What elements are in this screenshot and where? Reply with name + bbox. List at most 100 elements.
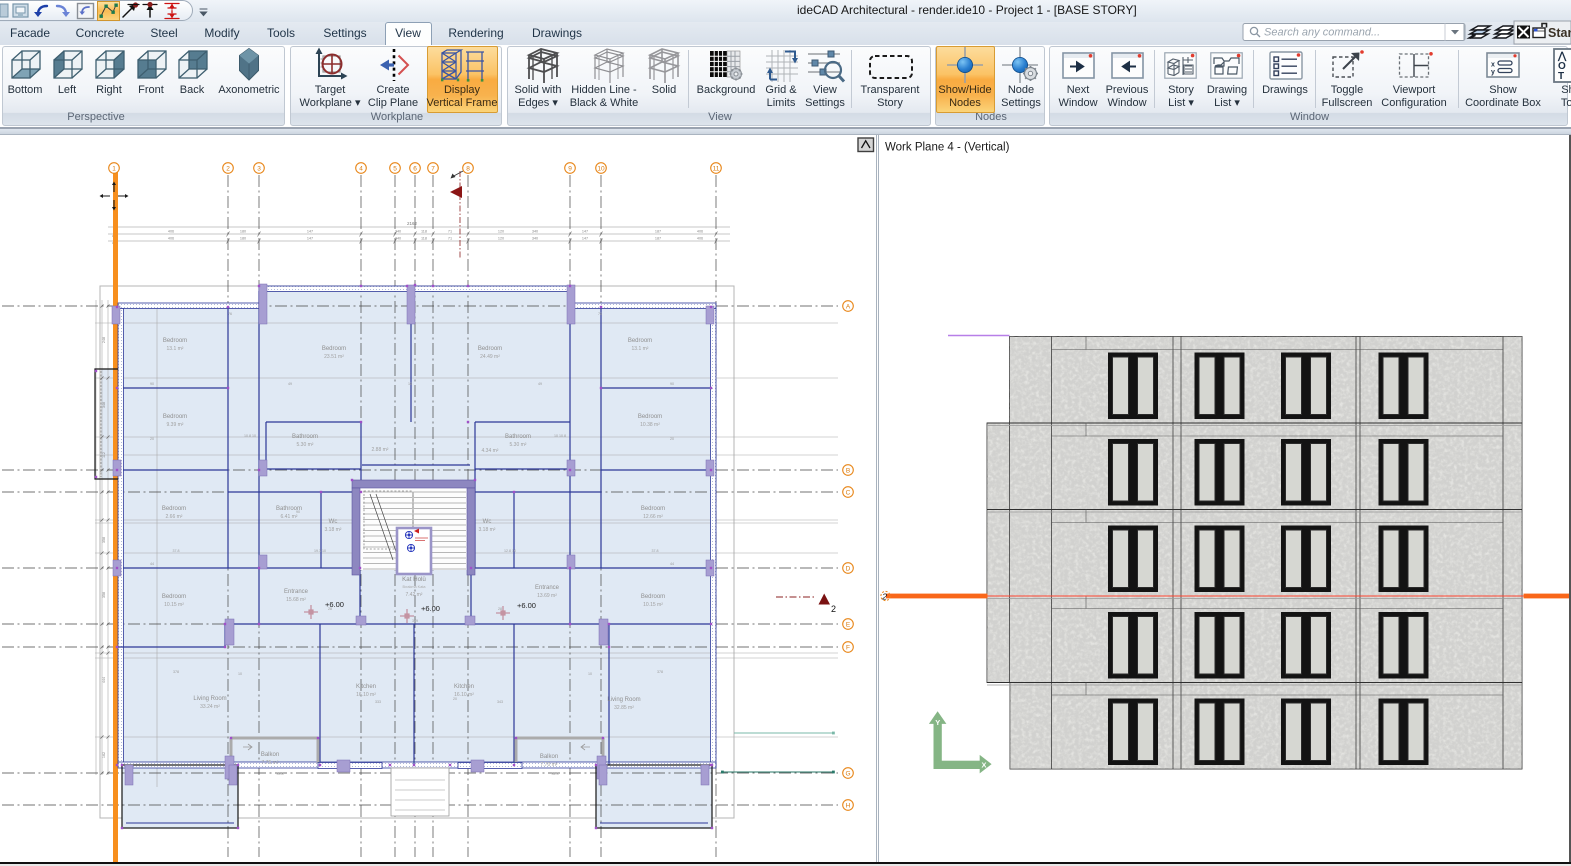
svg-text:Bırakma Kata: Bırakma Kata [402,585,426,589]
svg-text:D: D [846,566,851,573]
svg-text:187: 187 [655,230,661,234]
svg-text:44: 44 [670,562,674,566]
svg-text:Bedroom: Bedroom [478,346,502,352]
svg-text:Entrance: Entrance [535,585,560,591]
svg-text:20: 20 [150,437,154,441]
svg-text:6: 6 [413,166,417,173]
svg-text:340: 340 [532,230,538,234]
svg-text:Balkon: Balkon [261,752,279,758]
svg-text:9: 9 [568,166,572,173]
svg-text:+6.00: +6.00 [517,601,536,610]
svg-text:379: 379 [412,619,418,623]
svg-text:180: 180 [240,237,246,241]
svg-text:Balkon: Balkon [540,754,558,760]
svg-text:162: 162 [102,752,106,758]
svg-text:76: 76 [598,312,602,316]
svg-text:33.24 m²: 33.24 m² [200,704,220,710]
svg-text:378: 378 [173,670,179,674]
svg-text:5: 5 [393,166,397,173]
svg-text:Bedroom: Bedroom [638,414,662,420]
svg-text:16.10 m²: 16.10 m² [356,692,376,698]
svg-text:5.30 m²: 5.30 m² [510,442,527,448]
svg-text:Entrance: Entrance [284,589,309,595]
svg-text:340: 340 [395,237,401,241]
svg-text:Bedroom: Bedroom [163,414,187,420]
svg-text:Bedroom: Bedroom [641,506,665,512]
svg-text:180: 180 [240,230,246,234]
svg-text:4.34 m²: 4.34 m² [482,448,499,454]
svg-text:Wc: Wc [329,519,338,525]
svg-text:71: 71 [448,230,452,234]
svg-text:Bedroom: Bedroom [641,594,665,600]
svg-text:X: X [981,760,986,769]
svg-text:49: 49 [288,382,292,386]
svg-text:13.69 m²: 13.69 m² [537,593,557,599]
svg-text:12.8 10: 12.8 10 [504,549,516,553]
svg-text:7.42 m²: 7.42 m² [406,592,423,598]
svg-text:444: 444 [102,677,106,683]
svg-text:147: 147 [582,237,588,241]
svg-text:10.15 m²: 10.15 m² [643,602,663,608]
svg-text:2: 2 [881,592,887,602]
svg-text:T: T [1558,71,1564,82]
svg-text:10: 10 [238,672,242,676]
svg-text:11: 11 [713,166,720,173]
svg-text:10 10.8: 10 10.8 [554,434,566,438]
svg-text:147: 147 [307,230,313,234]
svg-text:A: A [846,304,851,311]
svg-text:37.8: 37.8 [652,549,659,553]
svg-text:44: 44 [150,562,154,566]
svg-text:+6.00: +6.00 [421,604,440,613]
svg-text:90: 90 [670,382,674,386]
svg-text:Work Plane 4 - (Vertical): Work Plane 4 - (Vertical) [885,142,1010,154]
svg-text:y: y [1491,69,1495,76]
svg-text:10: 10 [588,672,592,676]
svg-text:90: 90 [296,510,300,514]
svg-text:358: 358 [102,592,106,598]
svg-text:20: 20 [670,437,674,441]
svg-text:10.8 10: 10.8 10 [244,434,256,438]
svg-text:2162: 2162 [407,221,418,226]
svg-text:2: 2 [226,166,230,173]
svg-text:Kitchen: Kitchen [356,684,376,690]
svg-text:6.41 m²: 6.41 m² [281,514,298,520]
svg-text:118: 118 [421,230,427,234]
svg-text:16: 16 [408,382,412,386]
svg-text:76: 76 [228,312,232,316]
svg-text:10.15 m²: 10.15 m² [164,602,184,608]
svg-text:Living Room: Living Room [607,697,640,703]
svg-text:Bathroom: Bathroom [292,434,318,440]
svg-text:Kitchen: Kitchen [454,684,474,690]
svg-text:340: 340 [395,230,401,234]
svg-text:248: 248 [102,337,106,343]
svg-text:20: 20 [453,697,457,701]
svg-text:Living Room: Living Room [193,696,226,702]
svg-text:Y: Y [935,718,940,727]
svg-text:90: 90 [150,382,154,386]
svg-text:406: 406 [697,237,703,241]
svg-text:H: H [846,803,851,810]
svg-text:28: 28 [328,607,332,611]
svg-text:343: 343 [497,700,503,704]
svg-text:Wc: Wc [483,519,492,525]
svg-text:Kat Holü: Kat Holü [402,576,426,583]
svg-text:B: B [846,468,850,475]
svg-text:9.39 m²: 9.39 m² [167,422,184,428]
svg-text:2: 2 [831,604,836,614]
svg-text:3: 3 [257,166,261,173]
svg-text:112: 112 [102,452,106,458]
svg-text:147: 147 [307,237,313,241]
svg-text:E: E [846,622,851,629]
svg-text:Stan: Stan [1548,26,1571,40]
svg-text:23.51 m²: 23.51 m² [324,354,344,360]
svg-text:G: G [845,771,850,778]
svg-text:333: 333 [375,700,381,704]
svg-text:F: F [846,645,850,652]
svg-text:8: 8 [466,166,470,173]
svg-text:7: 7 [431,166,435,173]
svg-text:39.8: 39.8 [277,772,284,776]
svg-text:147: 147 [582,230,588,234]
svg-text:340: 340 [532,237,538,241]
svg-text:10: 10 [597,166,605,173]
svg-text:5.30 m²: 5.30 m² [297,442,314,448]
